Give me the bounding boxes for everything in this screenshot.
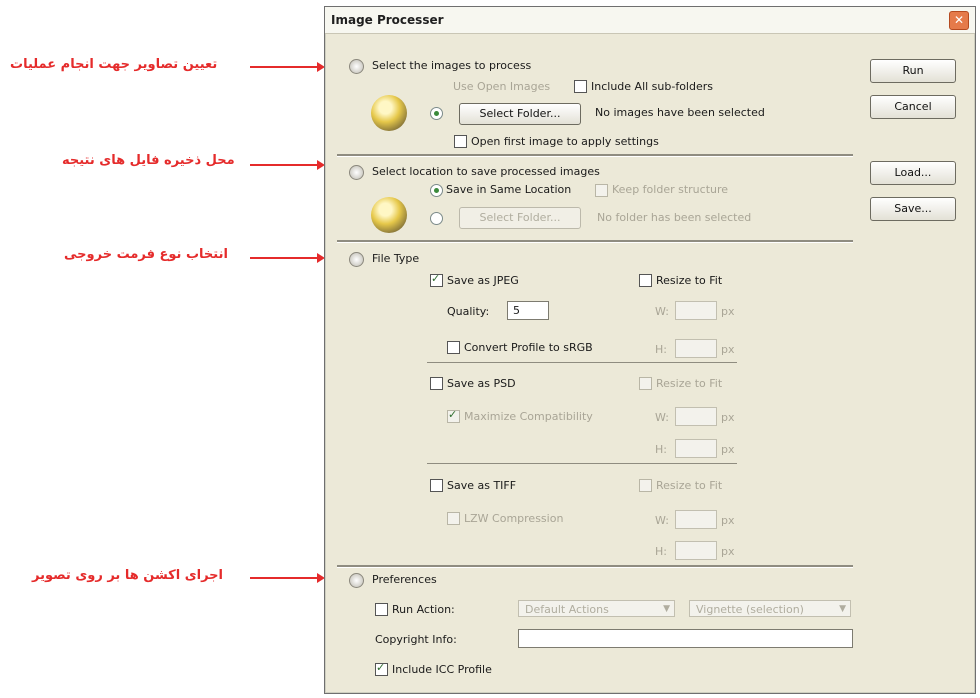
save-as-tiff-checkbox[interactable] xyxy=(430,479,443,492)
jpeg-height-label: H: xyxy=(655,343,667,356)
save-button[interactable]: Save... xyxy=(870,197,956,221)
jpeg-height-input[interactable] xyxy=(675,339,717,358)
folder-icon xyxy=(371,197,407,233)
include-subfolders-checkbox[interactable] xyxy=(574,80,587,93)
quality-label: Quality: xyxy=(447,305,490,318)
run-action-checkbox[interactable] xyxy=(375,603,388,616)
resize-to-fit-jpeg-checkbox[interactable] xyxy=(639,274,652,287)
tiff-width-unit: px xyxy=(721,514,735,527)
annotation-file-type: انتخاب نوع فرمت خروجی xyxy=(64,247,228,262)
annotation-arrow-2 xyxy=(250,160,325,170)
include-icc-label: Include ICC Profile xyxy=(392,663,492,676)
maximize-compatibility-checkbox[interactable] xyxy=(447,408,460,423)
divider xyxy=(337,240,853,243)
chevron-down-icon: ▼ xyxy=(839,604,846,614)
close-icon[interactable]: ✕ xyxy=(949,11,969,30)
convert-profile-checkbox[interactable] xyxy=(447,341,460,354)
psd-height-input[interactable] xyxy=(675,439,717,458)
resize-to-fit-jpeg-label: Resize to Fit xyxy=(656,274,723,287)
location-status-text: No folder has been selected xyxy=(597,211,752,224)
open-first-image-checkbox[interactable] xyxy=(454,135,467,148)
annotation-arrow-3 xyxy=(250,253,325,263)
jpeg-height-unit: px xyxy=(721,343,735,356)
divider xyxy=(337,565,853,568)
action-name-select[interactable]: Vignette (selection) ▼ xyxy=(689,600,851,617)
maximize-compatibility-label: Maximize Compatibility xyxy=(464,410,593,423)
dialog-title: Image Processer xyxy=(331,13,444,27)
load-button[interactable]: Load... xyxy=(870,161,956,185)
psd-width-input[interactable] xyxy=(675,407,717,426)
psd-height-label: H: xyxy=(655,443,667,456)
action-set-select[interactable]: Default Actions ▼ xyxy=(518,600,675,617)
save-as-psd-checkbox[interactable] xyxy=(430,377,443,390)
quality-input[interactable]: 5 xyxy=(507,301,549,320)
open-first-image-label: Open first image to apply settings xyxy=(471,135,659,148)
psd-height-unit: px xyxy=(721,443,735,456)
save-same-location-label: Save in Same Location xyxy=(446,183,572,196)
convert-profile-label: Convert Profile to sRGB xyxy=(464,341,593,354)
tiff-width-label: W: xyxy=(655,514,669,527)
title-bar: Image Processer ✕ xyxy=(325,7,975,34)
cancel-button[interactable]: Cancel xyxy=(870,95,956,119)
section-4-icon xyxy=(349,573,364,588)
section-2-heading: Select location to save processed images xyxy=(372,165,600,178)
tiff-height-input[interactable] xyxy=(675,541,717,560)
resize-to-fit-psd-label: Resize to Fit xyxy=(656,377,723,390)
annotation-run-actions: اجرای اکشن ها بر روی تصویر xyxy=(32,568,224,583)
lzw-compression-checkbox[interactable] xyxy=(447,512,460,525)
quality-value: 5 xyxy=(513,304,520,317)
save-as-psd-label: Save as PSD xyxy=(447,377,516,390)
image-processor-dialog: Image Processer ✕ Run Cancel Load... Sav… xyxy=(324,6,976,694)
save-as-tiff-label: Save as TIFF xyxy=(447,479,517,492)
images-status-text: No images have been selected xyxy=(595,106,765,119)
save-as-jpeg-checkbox[interactable] xyxy=(430,272,443,287)
annotation-arrow-1 xyxy=(250,62,325,72)
jpeg-width-label: W: xyxy=(655,305,669,318)
section-1-heading: Select the images to process xyxy=(372,59,532,72)
resize-to-fit-tiff-label: Resize to Fit xyxy=(656,479,723,492)
select-location-radio[interactable] xyxy=(430,212,443,225)
resize-to-fit-tiff-checkbox[interactable] xyxy=(639,479,652,492)
run-action-label: Run Action: xyxy=(392,603,455,616)
save-as-jpeg-label: Save as JPEG xyxy=(447,274,519,287)
jpeg-width-input[interactable] xyxy=(675,301,717,320)
folder-icon xyxy=(371,95,407,131)
section-1-icon xyxy=(349,59,364,74)
tiff-height-unit: px xyxy=(721,545,735,558)
include-icc-checkbox[interactable] xyxy=(375,661,388,676)
keep-folder-structure-label: Keep folder structure xyxy=(612,183,729,196)
section-3-heading: File Type xyxy=(372,252,420,265)
divider xyxy=(337,154,853,157)
psd-width-label: W: xyxy=(655,411,669,424)
action-set-value: Default Actions xyxy=(525,603,609,616)
select-location-button[interactable]: Select Folder... xyxy=(459,207,581,229)
lzw-compression-label: LZW Compression xyxy=(464,512,564,525)
tiff-width-input[interactable] xyxy=(675,510,717,529)
action-name-value: Vignette (selection) xyxy=(696,603,804,616)
section-3-icon xyxy=(349,252,364,267)
annotation-arrow-4 xyxy=(250,573,325,583)
section-4-heading: Preferences xyxy=(372,573,437,586)
keep-folder-structure-checkbox[interactable] xyxy=(595,184,608,197)
annotation-save-location: محل ذخیره فایل های نتیجه xyxy=(62,153,235,168)
section-2-icon xyxy=(349,165,364,180)
chevron-down-icon: ▼ xyxy=(663,604,670,614)
annotation-select-images: تعیین تصاویر جهت انجام عملیات xyxy=(10,57,218,72)
copyright-label: Copyright Info: xyxy=(375,633,457,646)
include-subfolders-label: Include All sub-folders xyxy=(591,80,713,93)
run-button[interactable]: Run xyxy=(870,59,956,83)
psd-width-unit: px xyxy=(721,411,735,424)
copyright-input[interactable] xyxy=(518,629,853,648)
jpeg-width-unit: px xyxy=(721,305,735,318)
select-folder-radio[interactable] xyxy=(430,107,443,120)
save-same-location-radio[interactable] xyxy=(430,184,443,197)
resize-to-fit-psd-checkbox[interactable] xyxy=(639,377,652,390)
select-folder-button[interactable]: Select Folder... xyxy=(459,103,581,125)
tiff-height-label: H: xyxy=(655,545,667,558)
divider xyxy=(427,463,737,464)
divider xyxy=(427,362,737,363)
use-open-images-label: Use Open Images xyxy=(453,80,551,93)
